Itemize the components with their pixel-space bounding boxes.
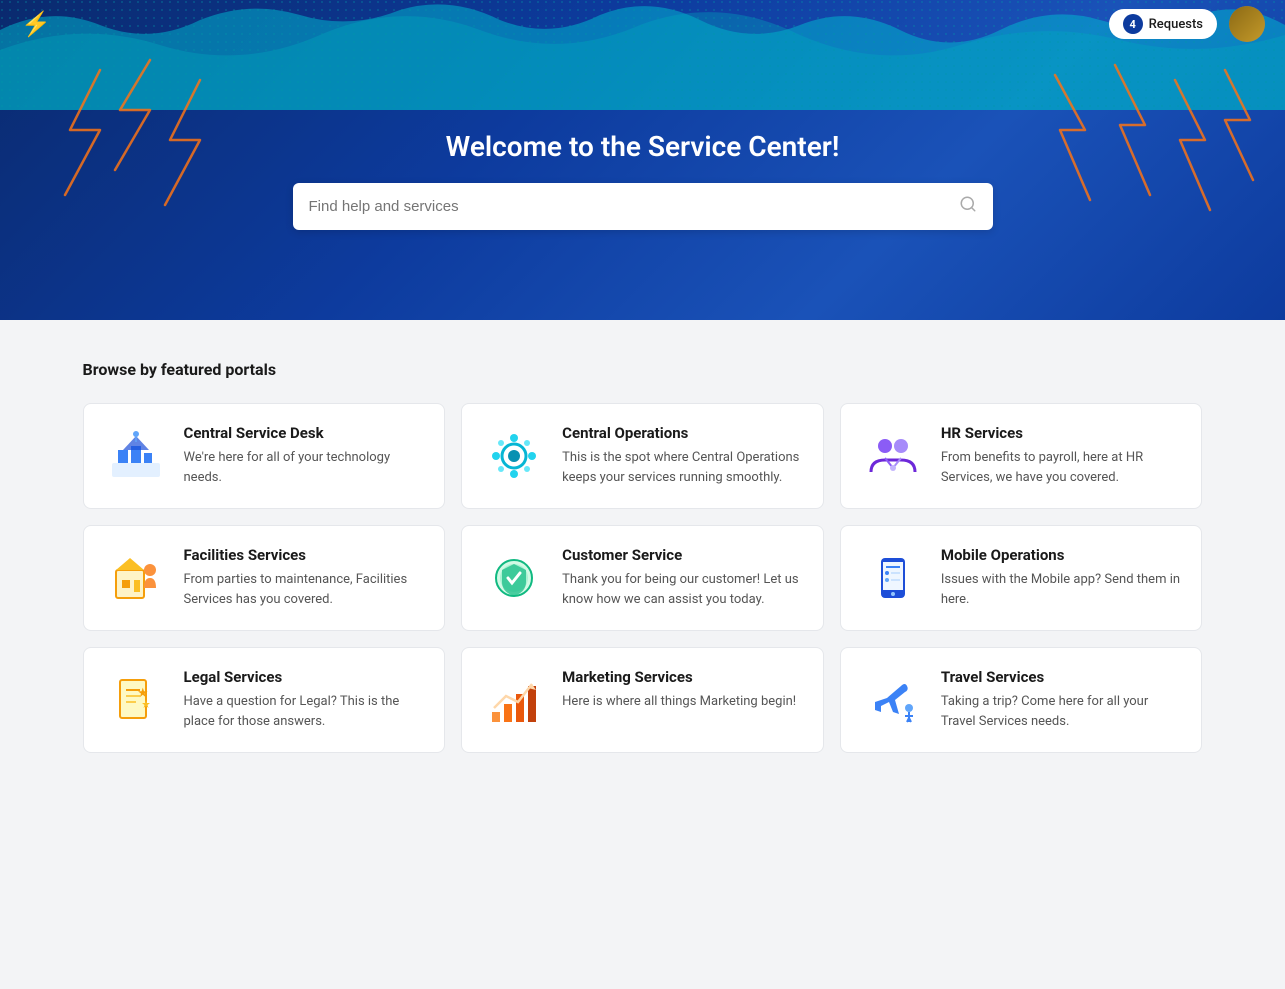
hero-section: ⚡ 4 Requests Welcome to the S: [0, 0, 1285, 320]
search-bar: [293, 183, 993, 230]
portals-grid: Central Service Desk We're here for all o…: [83, 403, 1203, 753]
portal-name-central-operations: Central Operations: [562, 424, 803, 442]
portal-card-central-operations[interactable]: Central Operations This is the spot where…: [461, 403, 824, 509]
requests-button[interactable]: 4 Requests: [1109, 9, 1217, 39]
portal-name-customer-service: Customer Service: [562, 546, 803, 564]
portal-desc-marketing-services: Here is where all things Marketing begin…: [562, 692, 796, 712]
portal-name-mobile-operations: Mobile Operations: [941, 546, 1182, 564]
portal-desc-hr-services: From benefits to payroll, here at HR Ser…: [941, 448, 1182, 487]
portal-text-customer-service: Customer Service Thank you for being our …: [562, 546, 803, 609]
lightning-decoration-right: [1005, 60, 1265, 244]
hero-title: Welcome to the Service Center!: [293, 130, 993, 163]
hero-content: Welcome to the Service Center!: [273, 50, 1013, 270]
portal-card-marketing-services[interactable]: Marketing Services Here is where all thin…: [461, 647, 824, 753]
portal-icon-central-service-desk: [104, 424, 168, 488]
portal-name-facilities-services: Facilities Services: [184, 546, 425, 564]
portal-icon-customer-service: [482, 546, 546, 610]
portal-desc-legal-services: Have a question for Legal? This is the p…: [184, 692, 425, 731]
portal-icon-facilities-services: [104, 546, 168, 610]
portal-text-central-operations: Central Operations This is the spot where…: [562, 424, 803, 487]
portal-card-travel-services[interactable]: Travel Services Taking a trip? Come here …: [840, 647, 1203, 753]
portal-text-travel-services: Travel Services Taking a trip? Come here …: [941, 668, 1182, 731]
top-bar: ⚡ 4 Requests: [0, 0, 1285, 48]
portal-icon-travel-services: [861, 668, 925, 732]
portal-name-marketing-services: Marketing Services: [562, 668, 796, 686]
portal-text-legal-services: Legal Services Have a question for Legal?…: [184, 668, 425, 731]
portal-desc-customer-service: Thank you for being our customer! Let us…: [562, 570, 803, 609]
portal-icon-legal-services: [104, 668, 168, 732]
browse-section-title: Browse by featured portals: [83, 360, 1203, 379]
portal-text-central-service-desk: Central Service Desk We're here for all o…: [184, 424, 425, 487]
logo: ⚡: [20, 8, 52, 40]
portal-text-marketing-services: Marketing Services Here is where all thin…: [562, 668, 796, 712]
portal-card-customer-service[interactable]: Customer Service Thank you for being our …: [461, 525, 824, 631]
logo-bolt-icon: ⚡: [21, 10, 51, 38]
lightning-decoration-left: [20, 50, 240, 214]
portal-name-legal-services: Legal Services: [184, 668, 425, 686]
portal-icon-marketing-services: [482, 668, 546, 732]
portal-icon-hr-services: [861, 424, 925, 488]
user-avatar[interactable]: [1229, 6, 1265, 42]
search-icon[interactable]: [959, 195, 977, 218]
search-input[interactable]: [309, 198, 959, 215]
portal-card-facilities-services[interactable]: Facilities Services From parties to maint…: [83, 525, 446, 631]
portal-desc-facilities-services: From parties to maintenance, Facilities …: [184, 570, 425, 609]
main-content: Browse by featured portals Central Servi…: [43, 320, 1243, 813]
portal-text-hr-services: HR Services From benefits to payroll, her…: [941, 424, 1182, 487]
top-right-actions: 4 Requests: [1109, 6, 1265, 42]
portal-icon-central-operations: [482, 424, 546, 488]
portal-card-central-service-desk[interactable]: Central Service Desk We're here for all o…: [83, 403, 446, 509]
portal-card-mobile-operations[interactable]: Mobile Operations Issues with the Mobile …: [840, 525, 1203, 631]
portal-desc-mobile-operations: Issues with the Mobile app? Send them in…: [941, 570, 1182, 609]
requests-label: Requests: [1149, 17, 1203, 32]
avatar-image: [1229, 6, 1265, 42]
portal-name-travel-services: Travel Services: [941, 668, 1182, 686]
portal-card-hr-services[interactable]: HR Services From benefits to payroll, her…: [840, 403, 1203, 509]
portal-text-mobile-operations: Mobile Operations Issues with the Mobile …: [941, 546, 1182, 609]
requests-count-badge: 4: [1123, 14, 1143, 34]
portal-desc-central-service-desk: We're here for all of your technology ne…: [184, 448, 425, 487]
portal-name-central-service-desk: Central Service Desk: [184, 424, 425, 442]
portal-desc-travel-services: Taking a trip? Come here for all your Tr…: [941, 692, 1182, 731]
portal-card-legal-services[interactable]: Legal Services Have a question for Legal?…: [83, 647, 446, 753]
portal-text-facilities-services: Facilities Services From parties to maint…: [184, 546, 425, 609]
portal-icon-mobile-operations: [861, 546, 925, 610]
portal-name-hr-services: HR Services: [941, 424, 1182, 442]
portal-desc-central-operations: This is the spot where Central Operation…: [562, 448, 803, 487]
